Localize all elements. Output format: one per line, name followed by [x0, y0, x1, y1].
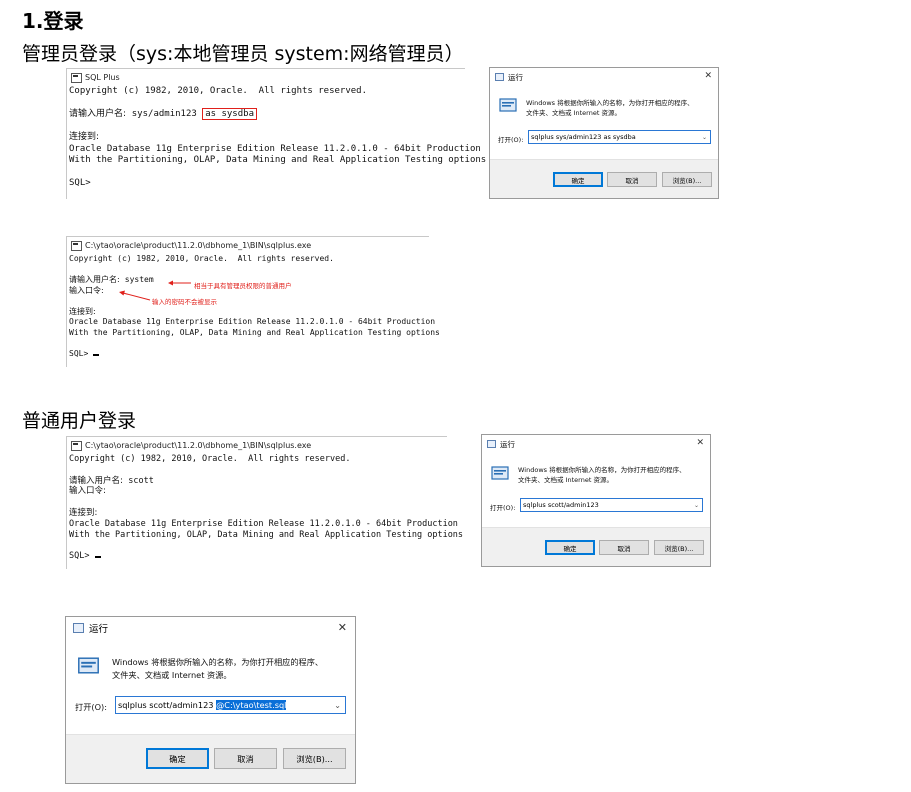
- chevron-down-icon[interactable]: ⌄: [334, 701, 345, 710]
- dialog-title: 运行: [508, 72, 523, 82]
- section-heading: 1.登录: [22, 9, 84, 33]
- console-line: 连接到:: [69, 132, 100, 142]
- run-program-icon: [491, 466, 509, 480]
- console-line: 连接到:: [69, 507, 98, 518]
- console-titlebar: SQL Plus: [67, 69, 465, 86]
- open-input[interactable]: sqlplus scott/admin123: [523, 501, 694, 509]
- username-value: system: [124, 275, 154, 284]
- dialog-description: Windows 将根据你所输入的名称，为你打开相应的程序、 文件夹、文档或 In…: [112, 657, 324, 680]
- run-icon: [487, 440, 496, 448]
- console-output: Copyright (c) 1982, 2010, Oracle. All ri…: [67, 454, 464, 562]
- cancel-button[interactable]: 取消: [599, 540, 649, 555]
- cancel-button[interactable]: 取消: [214, 748, 277, 769]
- run-icon: [73, 623, 84, 633]
- open-label: 打开(O):: [498, 136, 524, 144]
- console-title: C:\ytao\oracle\product\11.2.0\dbhome_1\B…: [85, 441, 312, 450]
- annotation-system-user: 相当于具有管理员权限的普通用户: [194, 282, 292, 290]
- sql-prompt: SQL>: [69, 178, 91, 188]
- username-prompt: 请输入用户名:: [69, 109, 132, 119]
- text-cursor: [94, 556, 101, 559]
- username-value: sys/admin123: [131, 109, 203, 119]
- close-icon[interactable]: ✕: [704, 71, 712, 81]
- browse-button[interactable]: 浏览(B)...: [283, 748, 346, 769]
- console-output: Copyright (c) 1982, 2010, Oracle. All ri…: [67, 254, 440, 360]
- open-label: 打开(O):: [490, 504, 516, 512]
- console-line: 请输入用户名: scott: [69, 476, 447, 487]
- console-line: Oracle Database 11g Enterprise Edition R…: [69, 518, 458, 529]
- dialog-title: 运行: [89, 624, 109, 635]
- sqlplus-console-sys: SQL Plus Copyright (c) 1982, 2010, Oracl…: [66, 68, 487, 199]
- run-program-icon: [78, 657, 99, 674]
- run-dialog-sys: 运行 ✕ Windows 将根据你所输入的名称，为你打开相应的程序、 文件夹、文…: [489, 67, 719, 199]
- dialog-description: Windows 将根据你所输入的名称，为你打开相应的程序、 文件夹、文档或 In…: [518, 466, 686, 484]
- run-icon: [495, 73, 504, 81]
- console-line: Copyright (c) 1982, 2010, Oracle. All ri…: [69, 86, 368, 96]
- console-line: 连接到:: [69, 306, 96, 316]
- console-icon: [71, 240, 82, 251]
- console-line: Oracle Database 11g Enterprise Edition R…: [69, 317, 436, 326]
- password-prompt: 输入口令:: [69, 486, 106, 497]
- annotation-password: 输入的密码不会被显示: [152, 298, 217, 306]
- console-line: 请输入用户名: sys/admin123 as sysdba: [69, 108, 465, 121]
- sqlplus-console-scott: C:\ytao\oracle\product\11.2.0\dbhome_1\B…: [66, 436, 464, 569]
- console-line: Copyright (c) 1982, 2010, Oracle. All ri…: [69, 454, 351, 464]
- user-login-heading: 普通用户登录: [22, 410, 137, 432]
- cancel-button[interactable]: 取消: [607, 172, 657, 187]
- highlight-as-sysdba: as sysdba: [202, 108, 257, 120]
- selected-text: @C:\ytao\test.sql: [216, 700, 287, 710]
- username-prompt: 请输入用户名:: [69, 475, 129, 486]
- console-icon: [71, 440, 82, 451]
- browse-button[interactable]: 浏览(B)...: [662, 172, 712, 187]
- console-titlebar: C:\ytao\oracle\product\11.2.0\dbhome_1\B…: [67, 437, 447, 454]
- username-prompt: 请输入用户名:: [69, 275, 125, 284]
- console-line: Oracle Database 11g Enterprise Edition R…: [69, 143, 481, 154]
- console-icon: [71, 72, 82, 83]
- text-cursor: [93, 353, 100, 356]
- username-value: scott: [128, 475, 154, 486]
- arrow-icon: [119, 290, 151, 301]
- sql-prompt: SQL>: [69, 551, 447, 562]
- chevron-down-icon[interactable]: ⌄: [694, 502, 702, 509]
- console-line: With the Partitioning, OLAP, Data Mining…: [69, 327, 440, 337]
- open-input[interactable]: sqlplus sys/admin123 as sysdba: [531, 133, 702, 141]
- dialog-titlebar: 运行: [66, 617, 355, 639]
- sql-prompt: SQL>: [69, 349, 429, 360]
- run-dialog-scott: 运行 ✕ Windows 将根据你所输入的名称，为你打开相应的程序、 文件夹、文…: [481, 434, 711, 567]
- console-line: With the Partitioning, OLAP, Data Mining…: [69, 155, 487, 165]
- console-output: Copyright (c) 1982, 2010, Oracle. All ri…: [67, 86, 487, 190]
- run-dialog-script: 运行 ✕ Windows 将根据你所输入的名称，为你打开相应的程序、 文件夹、文…: [65, 616, 356, 784]
- open-combobox[interactable]: sqlplus scott/admin123 @C:\ytao\test.sql…: [115, 696, 346, 714]
- dialog-title: 运行: [500, 439, 515, 449]
- console-titlebar: C:\ytao\oracle\product\11.2.0\dbhome_1\B…: [67, 237, 429, 254]
- arrow-icon: [168, 280, 191, 286]
- chevron-down-icon[interactable]: ⌄: [702, 134, 710, 141]
- open-input[interactable]: sqlplus scott/admin123 @C:\ytao\test.sql: [118, 700, 334, 710]
- dialog-titlebar: 运行: [490, 68, 718, 86]
- close-icon[interactable]: ✕: [338, 621, 347, 634]
- console-line: Copyright (c) 1982, 2010, Oracle. All ri…: [69, 254, 334, 263]
- console-line: With the Partitioning, OLAP, Data Mining…: [69, 529, 464, 540]
- console-title: C:\ytao\oracle\product\11.2.0\dbhome_1\B…: [85, 241, 312, 250]
- ok-button[interactable]: 确定: [545, 540, 595, 555]
- dialog-titlebar: 运行: [482, 435, 710, 453]
- open-combobox[interactable]: sqlplus sys/admin123 as sysdba ⌄: [528, 130, 711, 144]
- close-icon[interactable]: ✕: [696, 438, 704, 448]
- dialog-description: Windows 将根据你所输入的名称，为你打开相应的程序、 文件夹、文档或 In…: [526, 99, 694, 117]
- ok-button[interactable]: 确定: [553, 172, 603, 187]
- admin-login-heading: 管理员登录（sys:本地管理员 system:网络管理员）: [22, 43, 464, 65]
- run-program-icon: [499, 98, 517, 112]
- ok-button[interactable]: 确定: [146, 748, 209, 769]
- open-combobox[interactable]: sqlplus scott/admin123 ⌄: [520, 498, 703, 512]
- browse-button[interactable]: 浏览(B)...: [654, 540, 704, 555]
- open-label: 打开(O):: [75, 702, 107, 712]
- console-title: SQL Plus: [85, 73, 120, 82]
